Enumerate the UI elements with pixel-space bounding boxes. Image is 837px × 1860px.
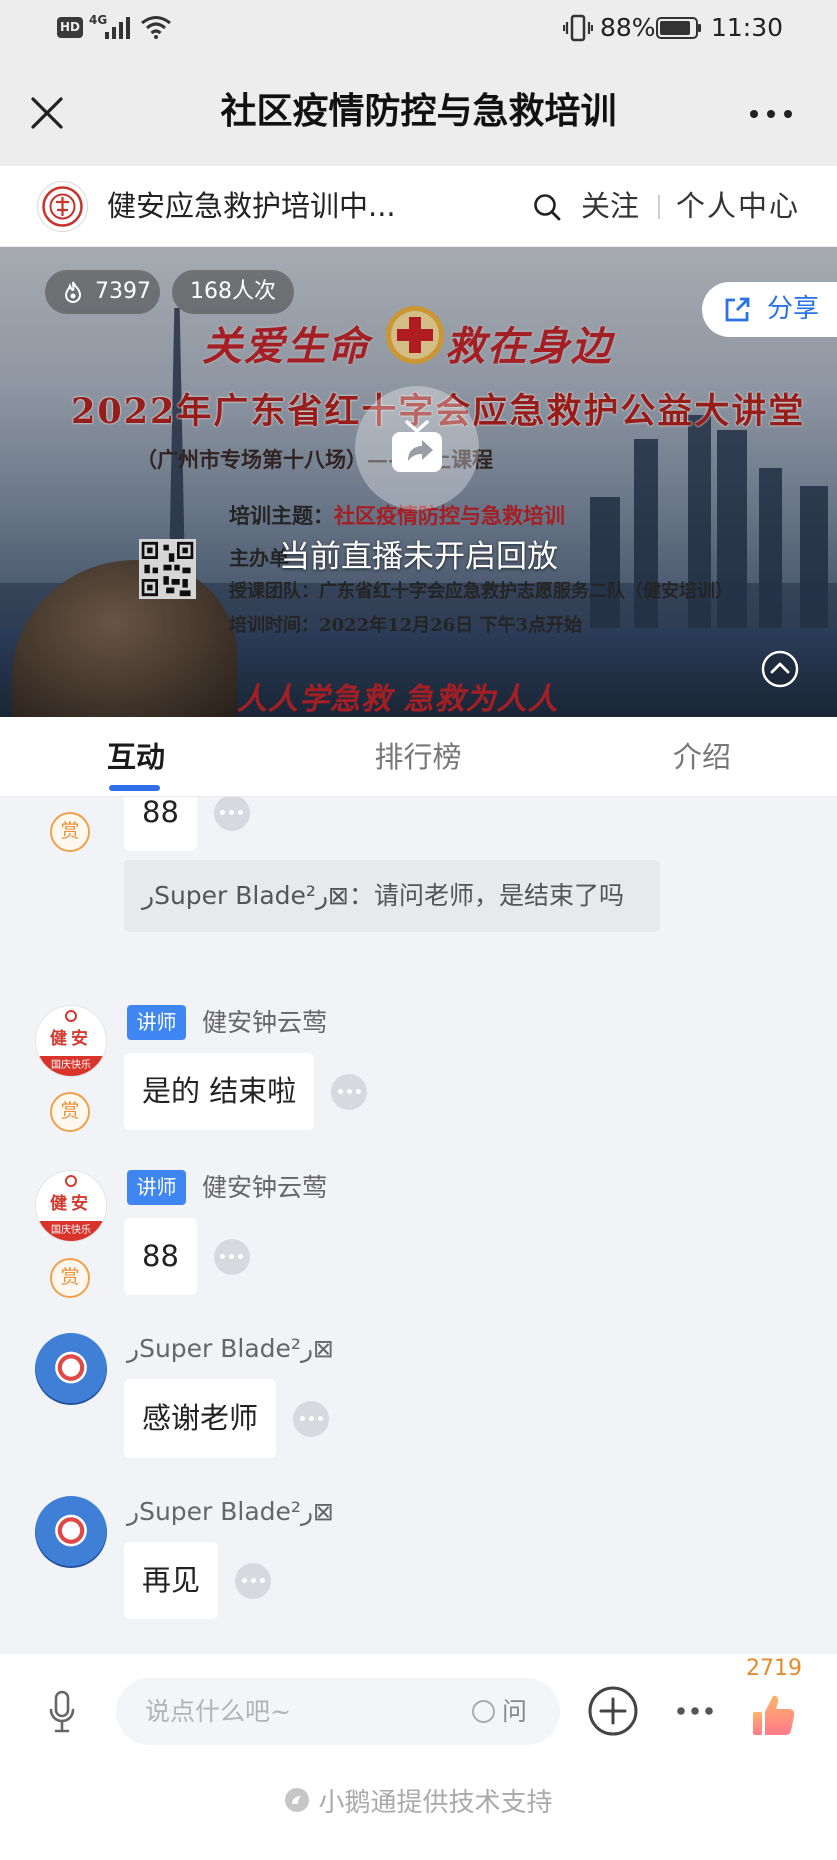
microphone-icon[interactable] [48, 1690, 76, 1734]
reward-badge[interactable]: 赏 [50, 812, 90, 852]
more-icon[interactable] [676, 1706, 714, 1716]
channel-name[interactable]: 健安应急救护培训中... [107, 166, 396, 247]
sender-name: 健安钟云莺 [202, 1173, 328, 1202]
more-icon[interactable] [748, 108, 794, 120]
avatar[interactable] [35, 1496, 107, 1568]
teacher-badge: 讲师 [127, 1005, 186, 1040]
share-button[interactable]: 分享 [702, 282, 837, 337]
avatar[interactable] [35, 1333, 107, 1405]
heat-count: 7397 [95, 279, 151, 304]
message-row: 88 [124, 797, 250, 851]
ellipsis-icon[interactable] [213, 797, 250, 831]
like-count: 2719 [746, 1656, 802, 1681]
avatar-band: 国庆快乐 [36, 1056, 106, 1076]
tv-replay-icon [392, 420, 442, 472]
footer-text: 小鹅通提供技术支持 [318, 1787, 553, 1818]
message-bubble: 88 [124, 1218, 197, 1295]
tab-bar: 互动 排行榜 介绍 [0, 717, 837, 797]
active-tab-indicator [109, 785, 160, 791]
share-label: 分享 [767, 294, 820, 324]
ellipsis-icon[interactable] [293, 1400, 330, 1437]
heat-badge: 7397 [45, 270, 160, 314]
avatar[interactable]: 健安 国庆快乐 [35, 1005, 107, 1077]
channel-logo[interactable] [36, 180, 89, 233]
ellipsis-icon[interactable] [235, 1562, 272, 1599]
ellipsis-icon[interactable] [331, 1073, 368, 1110]
chat-message: رSuper Blade²ر⊠ 感谢老师 [0, 1331, 837, 1471]
message-bubble: 是的 结束啦 [124, 1053, 315, 1130]
avatar-text: 健安 [50, 1029, 92, 1049]
battery-percent: 88% [600, 13, 656, 42]
vibrate-icon [563, 14, 593, 42]
footer: 小鹅通提供技术支持 [0, 1782, 837, 1818]
playback-status: 当前直播未开启回放 [279, 539, 558, 575]
fire-icon [64, 281, 82, 303]
avatar-band: 国庆快乐 [36, 1221, 106, 1241]
message-bubble: 再见 [124, 1542, 219, 1619]
plus-icon[interactable] [587, 1685, 639, 1737]
chat-feed[interactable]: 赏 88 رSuper Blade²ر⊠：请问老师，是结束了吗 健安 国庆快乐 … [0, 797, 837, 1654]
chat-message: رSuper Blade²ر⊠ 再见 [0, 1494, 837, 1634]
status-bar: HD 4G 88% 11:30 [0, 0, 837, 57]
avatar-text: 健安 [50, 1194, 92, 1214]
hd-icon: HD [57, 17, 83, 38]
video-player[interactable]: 关爱生命 救在身边 2022年广东省红十字会应急救护公益大讲堂 （广州市专场第十… [0, 247, 837, 717]
reward-badge[interactable]: 赏 [50, 1092, 90, 1132]
page-title: 社区疫情防控与急救培训 [220, 91, 617, 132]
avatar[interactable]: 健安 国庆快乐 [35, 1170, 107, 1242]
message-bubble: 感谢老师 [124, 1379, 277, 1458]
wifi-icon [141, 16, 171, 39]
message-meta: 讲师 健安钟云莺 [127, 1170, 327, 1205]
teacher-badge: 讲师 [127, 1170, 186, 1205]
message-row: 88 [124, 1218, 250, 1295]
personal-center-link[interactable]: 个人中心 [676, 166, 800, 247]
title-bar: 社区疫情防控与急救培训 [0, 57, 837, 166]
signal-icon [105, 17, 130, 39]
composer-bar: 问 2719 小鹅通提供技术支持 [0, 1654, 837, 1860]
divider [658, 195, 660, 219]
xiaoe-logo-icon [285, 1788, 310, 1812]
chat-message: 健安 国庆快乐 赏 讲师 健安钟云莺 88 [0, 1170, 837, 1310]
reward-badge[interactable]: 赏 [50, 1258, 90, 1298]
sender-name: 健安钟云莺 [202, 1008, 328, 1037]
tab-leaderboard[interactable]: 排行榜 [318, 717, 518, 797]
clock-time: 11:30 [711, 13, 784, 42]
comment-input[interactable] [145, 1678, 445, 1745]
message-meta: رSuper Blade²ر⊠ [127, 1494, 334, 1529]
ask-question-label[interactable]: 问 [502, 1678, 527, 1745]
message-meta: 讲师 健安钟云莺 [127, 1005, 327, 1040]
replay-button[interactable] [355, 386, 479, 510]
chevron-up-icon[interactable] [761, 650, 799, 688]
thumbs-up-icon[interactable] [751, 1692, 797, 1738]
quoted-question: رSuper Blade²ر⊠：请问老师，是结束了吗 [124, 860, 660, 932]
sender-name: رSuper Blade²ر⊠ [127, 1334, 334, 1363]
sender-name: رSuper Blade²ر⊠ [127, 1497, 334, 1526]
message-bubble: 88 [124, 797, 197, 851]
tab-introduction[interactable]: 介绍 [602, 717, 802, 797]
follow-button[interactable]: 关注 [581, 166, 639, 247]
view-count-badge: 168人次 [172, 270, 294, 314]
ask-question-radio[interactable] [472, 1700, 495, 1723]
battery-icon [656, 17, 701, 39]
search-icon[interactable] [533, 193, 561, 221]
ellipsis-icon[interactable] [213, 1238, 250, 1275]
comment-input-container: 问 [116, 1678, 560, 1745]
message-row: 再见 [124, 1542, 272, 1619]
avatar-logo [65, 1175, 77, 1187]
message-row: 感谢老师 [124, 1379, 330, 1458]
avatar-logo [65, 1010, 77, 1022]
share-icon [725, 297, 750, 322]
channel-bar: 健安应急救护培训中... 关注 个人中心 [0, 166, 837, 247]
chat-message: 健安 国庆快乐 赏 讲师 健安钟云莺 是的 结束啦 [0, 1005, 837, 1145]
message-row: 是的 结束啦 [124, 1053, 368, 1130]
message-meta: رSuper Blade²ر⊠ [127, 1331, 334, 1366]
